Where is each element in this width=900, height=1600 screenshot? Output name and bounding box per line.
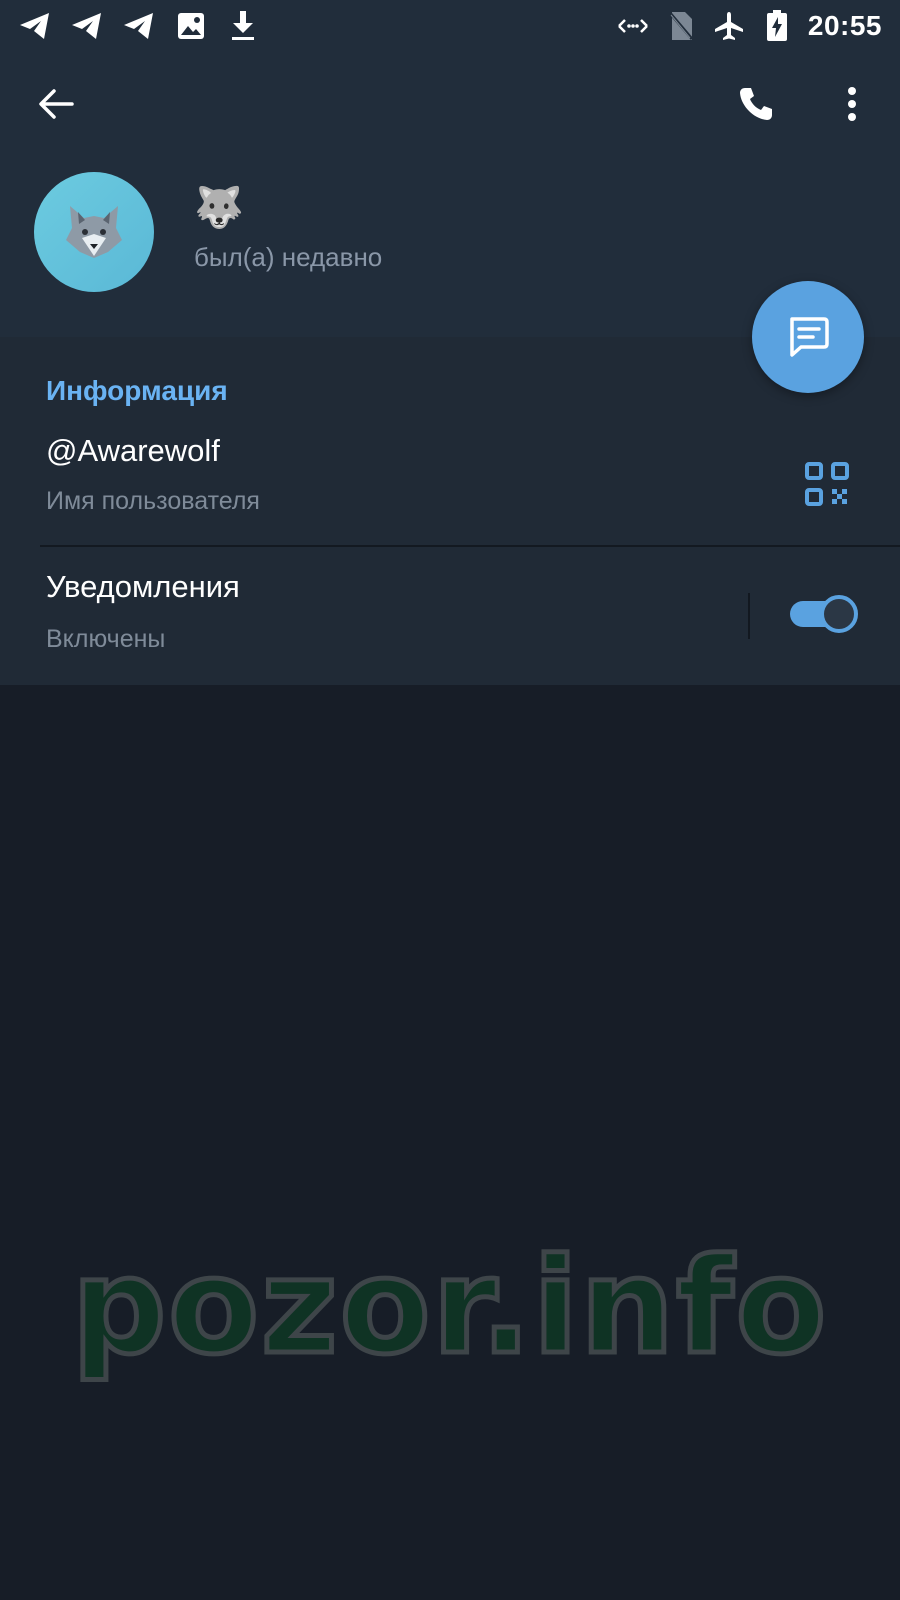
system-icons: 20:55	[616, 9, 882, 43]
qr-code-icon	[805, 462, 849, 506]
status-bar: 20:55	[0, 0, 900, 52]
toolbar	[0, 52, 900, 156]
avatar[interactable]	[34, 172, 154, 292]
info-section: Информация @Awarewolf Имя пользователя У…	[0, 337, 900, 685]
profile-header: 🐺 был(а) недавно	[0, 52, 900, 337]
notifications-title: Уведомления	[46, 569, 240, 604]
notifications-toggle[interactable]	[790, 593, 858, 633]
qr-code-button[interactable]	[804, 461, 850, 507]
more-vertical-icon	[848, 87, 856, 121]
username-value: @Awarewolf	[46, 433, 220, 468]
arrow-left-icon	[39, 89, 74, 119]
telegram-icon	[70, 9, 104, 43]
notification-icons	[18, 9, 260, 43]
phone-icon	[740, 88, 772, 120]
telegram-icon	[122, 9, 156, 43]
wolf-icon	[66, 206, 122, 258]
last-seen-status: был(а) недавно	[194, 242, 383, 272]
image-icon	[174, 9, 208, 43]
vertical-separator	[748, 593, 750, 639]
username-label: Имя пользователя	[46, 487, 260, 515]
toggle-knob	[820, 595, 858, 633]
battery-charging-icon	[760, 9, 794, 43]
profile-name: 🐺	[194, 186, 244, 230]
send-message-button[interactable]	[752, 281, 864, 393]
airplane-icon	[712, 9, 746, 43]
notifications-status: Включены	[46, 625, 166, 653]
download-icon	[226, 9, 260, 43]
notifications-row[interactable]: Уведомления Включены	[0, 547, 900, 685]
call-button[interactable]	[730, 78, 782, 130]
data-arrows-icon	[616, 9, 650, 43]
message-icon	[790, 317, 829, 357]
section-title: Информация	[46, 375, 228, 406]
more-menu-button[interactable]	[826, 78, 878, 130]
username-row[interactable]: @Awarewolf Имя пользователя	[0, 427, 900, 545]
watermark: pozor.info	[69, 1228, 829, 1387]
telegram-icon	[18, 9, 52, 43]
back-button[interactable]	[30, 78, 82, 130]
clock: 20:55	[807, 10, 882, 41]
profile-screen: 20:55 🐺 был(а) недавно Информация @Aware…	[0, 0, 900, 1600]
no-sim-icon	[664, 9, 698, 43]
